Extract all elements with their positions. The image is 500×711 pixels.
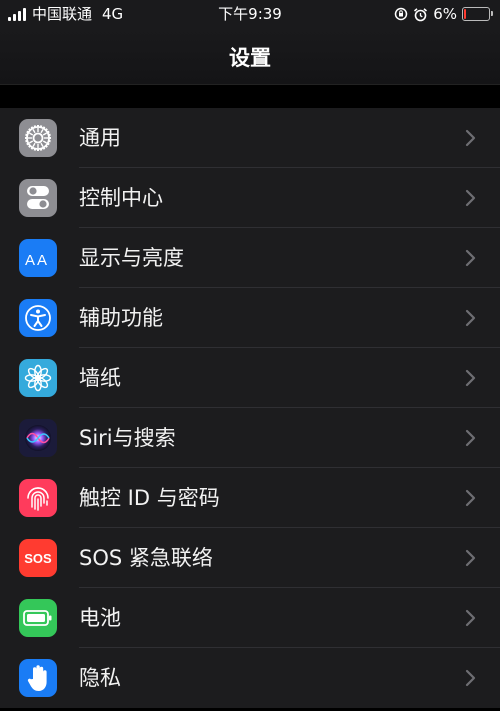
- settings-row-label: 墙纸: [79, 366, 121, 390]
- chevron-right-icon: [465, 309, 476, 327]
- chevron-right-icon: [465, 669, 476, 687]
- settings-list: 通用 控制中心 A A 显示与亮度 辅助功能 墙纸 Siri与搜索 触控 ID 与密码 SOS SO…: [0, 108, 500, 708]
- chevron-right-icon: [465, 189, 476, 207]
- gear-icon: [19, 119, 57, 157]
- settings-row[interactable]: 触控 ID 与密码: [0, 468, 500, 528]
- chevron-right-icon: [465, 489, 476, 507]
- battery-percent: 6%: [433, 5, 457, 23]
- settings-row[interactable]: 电池: [0, 588, 500, 648]
- settings-row-label: 触控 ID 与密码: [79, 486, 220, 510]
- page-title: 设置: [229, 46, 271, 70]
- flower-icon: [19, 359, 57, 397]
- settings-row[interactable]: SOS SOS 紧急联络: [0, 528, 500, 588]
- settings-row-label: Siri与搜索: [79, 426, 176, 450]
- status-right: 6%: [394, 4, 493, 24]
- accessibility-icon: [19, 299, 57, 337]
- battery-icon: [19, 599, 57, 637]
- hand-icon: [19, 659, 57, 697]
- settings-row-label: 显示与亮度: [79, 246, 184, 270]
- fingerprint-icon: [19, 479, 57, 517]
- chevron-right-icon: [465, 249, 476, 267]
- settings-row-label: 电池: [79, 606, 121, 630]
- section-gap: [0, 85, 500, 108]
- status-bar: 中国联通 4G 下午9:39 6%: [0, 0, 500, 28]
- settings-row[interactable]: 辅助功能: [0, 288, 500, 348]
- toggles-icon: [19, 179, 57, 217]
- settings-row[interactable]: 墙纸: [0, 348, 500, 408]
- battery-fill: [464, 9, 466, 19]
- settings-row[interactable]: 隐私: [0, 648, 500, 708]
- chevron-right-icon: [465, 549, 476, 567]
- settings-row-label: SOS 紧急联络: [79, 546, 213, 570]
- settings-row[interactable]: 通用: [0, 108, 500, 168]
- settings-row[interactable]: Siri与搜索: [0, 408, 500, 468]
- settings-row[interactable]: A A 显示与亮度: [0, 228, 500, 288]
- battery-icon: [462, 7, 493, 21]
- svg-text:SOS: SOS: [24, 551, 52, 566]
- settings-row-label: 控制中心: [79, 186, 163, 210]
- svg-text:A: A: [37, 252, 47, 269]
- settings-row-label: 隐私: [79, 666, 121, 690]
- rotation-lock-icon: [394, 7, 408, 21]
- settings-row-label: 通用: [79, 126, 121, 150]
- settings-row-label: 辅助功能: [79, 306, 163, 330]
- settings-row[interactable]: 控制中心: [0, 168, 500, 228]
- chevron-right-icon: [465, 609, 476, 627]
- chevron-right-icon: [465, 129, 476, 147]
- sos-icon: SOS: [19, 539, 57, 577]
- chevron-right-icon: [465, 429, 476, 447]
- navigation-bar: 设置: [0, 28, 500, 85]
- alarm-icon: [414, 7, 428, 21]
- svg-text:A: A: [25, 252, 35, 269]
- chevron-right-icon: [465, 369, 476, 387]
- text-size-icon: AA: [19, 239, 57, 277]
- siri-icon: [19, 419, 57, 457]
